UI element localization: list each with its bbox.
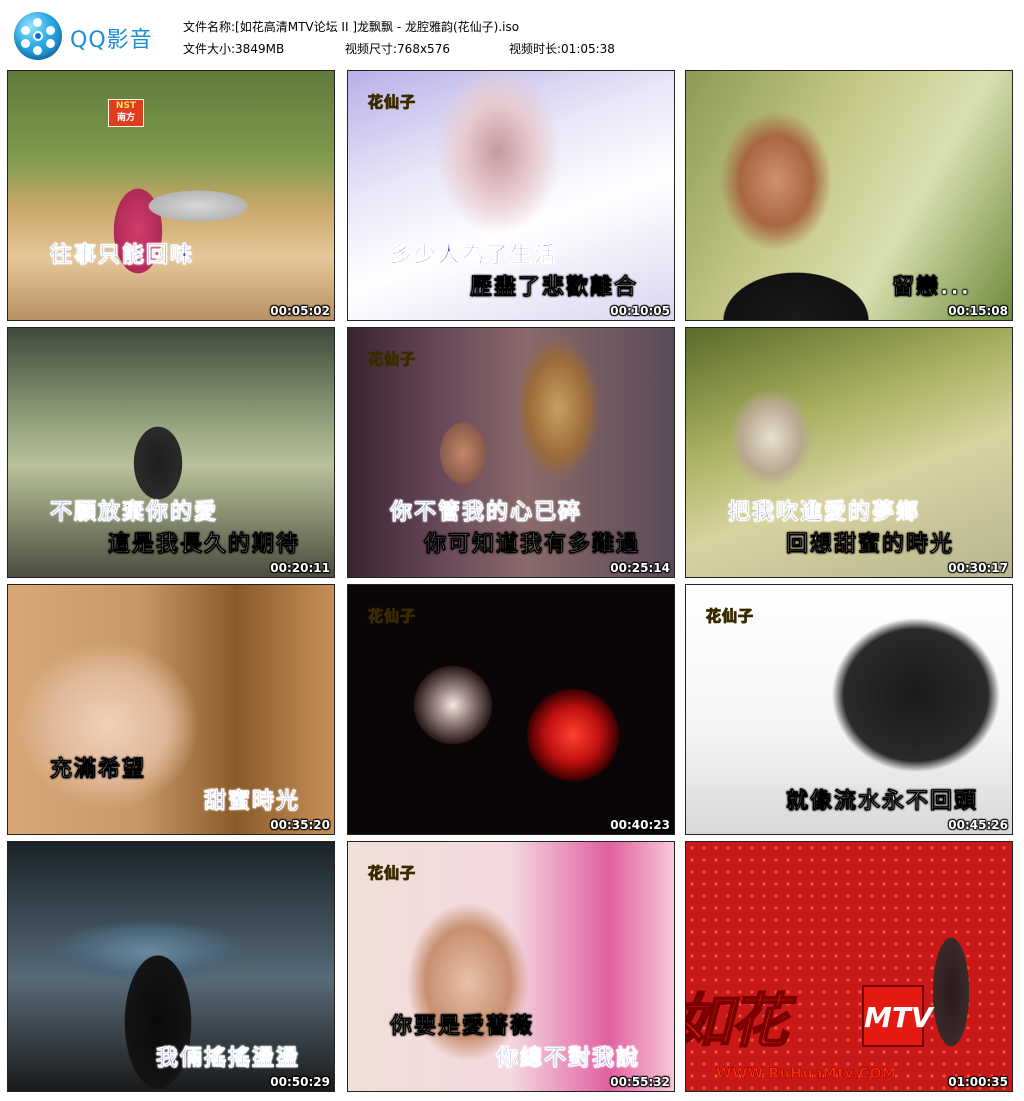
- timestamp: 00:55:32: [610, 1075, 670, 1089]
- lyric-line-1: 往事只能回味: [50, 243, 195, 269]
- mtv-logo-badge: MTV: [862, 985, 933, 1047]
- lyric-line-1: 你不管我的心已碎: [390, 500, 583, 526]
- thumbnail[interactable]: 留戀... 00:15:08: [685, 70, 1013, 321]
- file-size-label: 文件大小:: [183, 42, 236, 56]
- header: QQ影音 文件名称:[如花高清MTV论坛 II ]龙飘飘 - 龙腔雅韵(花仙子)…: [0, 0, 1024, 66]
- timestamp: 00:40:23: [610, 818, 670, 832]
- watermark: 花仙子: [367, 607, 417, 626]
- lyric-line-1: 充滿希望: [50, 757, 147, 783]
- lyric-line-2: 你總不對我說: [496, 1046, 641, 1072]
- lyric-line-2: 你可知道我有多難過: [424, 532, 641, 558]
- lyric-line-1: 就像流水永不回頭: [786, 789, 979, 815]
- thumbnail[interactable]: NST 南方 往事只能回味 00:05:02: [7, 70, 335, 321]
- nst-south-logo: NST 南方: [108, 99, 144, 127]
- file-name-row: 文件名称:[如花高清MTV论坛 II ]龙飘飘 - 龙腔雅韵(花仙子).iso: [183, 18, 519, 35]
- timestamp: 00:35:20: [270, 818, 330, 832]
- watermark: 花仙子: [367, 350, 417, 369]
- thumbnail[interactable]: 充滿希望 甜蜜時光 00:35:20: [7, 584, 335, 835]
- video-dimensions-label: 视频尺寸:: [345, 42, 398, 56]
- site-url: WWW.RuHuaMtv.COM: [716, 1066, 897, 1083]
- video-duration-label: 视频时长:: [509, 42, 562, 56]
- lyric-line-2: 甜蜜時光: [204, 789, 301, 815]
- timestamp: 00:10:05: [610, 304, 670, 318]
- timestamp: 00:50:29: [270, 1075, 330, 1089]
- lyric-line-2: 這是我長久的期待: [108, 532, 301, 558]
- lyric-line-1: 多少人為了生活: [390, 243, 559, 269]
- thumbnail[interactable]: 不願放棄你的愛 這是我長久的期待 00:20:11: [7, 327, 335, 578]
- watermark: 花仙子: [705, 607, 755, 626]
- video-dimensions-value: 768x576: [397, 42, 450, 56]
- thumbnail[interactable]: 花仙子 00:40:23: [347, 584, 675, 835]
- thumbnail[interactable]: 花仙子 就像流水永不回頭 00:45:26: [685, 584, 1013, 835]
- thumbnail[interactable]: 如花 MTV WWW.RuHuaMtv.COM 01:00:35: [685, 841, 1013, 1092]
- lyric-line-2: 歷盡了悲歡離合: [470, 275, 639, 301]
- lyric-line-1: 你要是愛薔薇: [390, 1014, 535, 1040]
- timestamp: 00:20:11: [270, 561, 330, 575]
- watermark: 花仙子: [367, 864, 417, 883]
- timestamp: 00:30:17: [948, 561, 1008, 575]
- timestamp: 01:00:35: [948, 1075, 1008, 1089]
- thumbnail[interactable]: 花仙子 你不管我的心已碎 你可知道我有多難過 00:25:14: [347, 327, 675, 578]
- thumbnail[interactable]: 我倆搖搖盪盪 00:50:29: [7, 841, 335, 1092]
- app-name: QQ影音: [70, 28, 153, 53]
- thumbnail[interactable]: 把我吹進愛的夢鄉 回想甜蜜的時光 00:30:17: [685, 327, 1013, 578]
- timestamp: 00:15:08: [948, 304, 1008, 318]
- lyric-line-1: 留戀...: [892, 275, 972, 301]
- timestamp: 00:05:02: [270, 304, 330, 318]
- file-meta-row: 文件大小:3849MB 视频尺寸:768x576 视频时长:01:05:38: [183, 40, 615, 57]
- lyric-line-1: 不願放棄你的愛: [50, 500, 219, 526]
- film-reel-icon: [14, 12, 62, 60]
- file-name-value: [如花高清MTV论坛 II ]龙飘飘 - 龙腔雅韵(花仙子).iso: [235, 20, 520, 34]
- thumbnail[interactable]: 花仙子 多少人為了生活 歷盡了悲歡離合 00:10:05: [347, 70, 675, 321]
- ruhua-logo-text: 如花: [685, 986, 789, 1056]
- watermark: 花仙子: [367, 93, 417, 112]
- qq-player-logo: QQ影音: [14, 12, 164, 60]
- file-size-value: 3849MB: [235, 42, 285, 56]
- thumbnail[interactable]: 花仙子 你要是愛薔薇 你總不對我說 00:55:32: [347, 841, 675, 1092]
- lyric-line-2: 回想甜蜜的時光: [786, 532, 955, 558]
- lyric-line-1: 我倆搖搖盪盪: [156, 1046, 301, 1072]
- timestamp: 00:25:14: [610, 561, 670, 575]
- lyric-line-1: 把我吹進愛的夢鄉: [728, 500, 921, 526]
- file-name-label: 文件名称:: [183, 20, 236, 34]
- thumbnail-grid: NST 南方 往事只能回味 00:05:02 花仙子 多少人為了生活 歷盡了悲歡離…: [7, 70, 1017, 1098]
- video-duration-value: 01:05:38: [561, 42, 615, 56]
- timestamp: 00:45:26: [948, 818, 1008, 832]
